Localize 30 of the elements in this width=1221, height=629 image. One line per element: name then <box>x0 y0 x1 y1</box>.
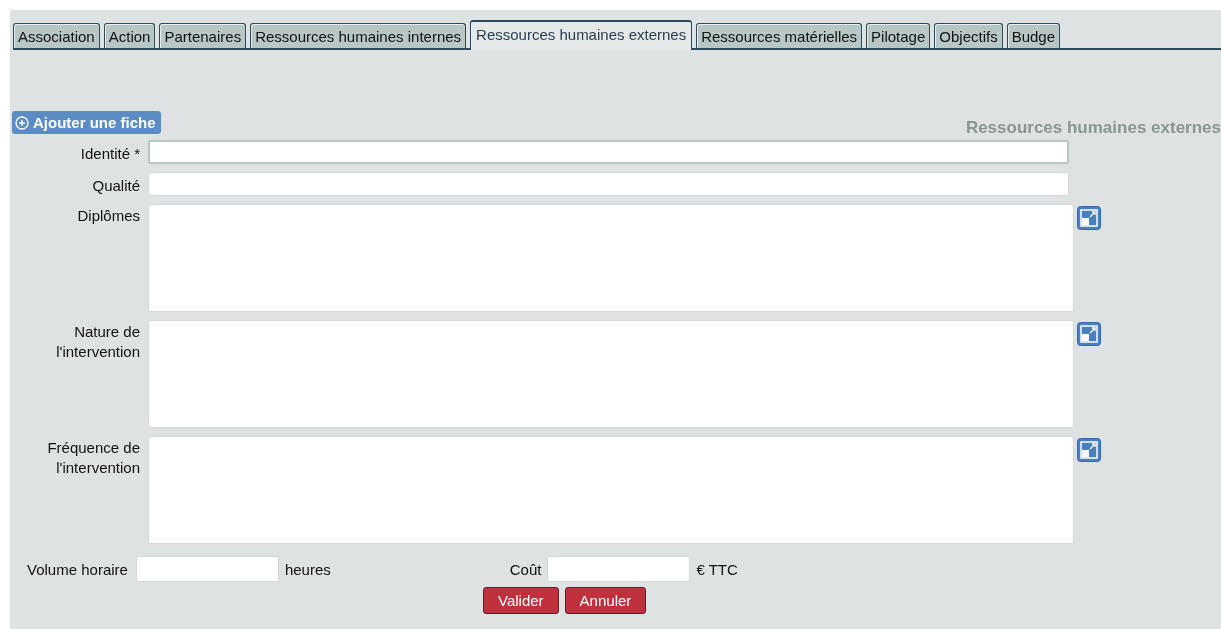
field-label: Nature de l'intervention <box>55 322 140 362</box>
unit-label: € TTC <box>696 560 738 578</box>
tab[interactable]: Ressources humaines internes <box>250 23 467 50</box>
tab[interactable]: Partenaires <box>159 23 247 50</box>
tab[interactable]: Association <box>13 23 100 50</box>
tab[interactable]: Budge <box>1006 23 1061 50</box>
expand-icon[interactable] <box>1077 438 1101 462</box>
field-label: Coût <box>509 560 542 578</box>
expand-icon[interactable] <box>1077 322 1101 346</box>
expand-icon[interactable] <box>1077 206 1101 230</box>
field-label: Identité * <box>79 144 140 162</box>
tab[interactable]: Ressources humaines externes <box>470 20 693 50</box>
unit-label: heures <box>284 560 331 578</box>
cost-field[interactable] <box>547 556 691 582</box>
text-field[interactable] <box>148 172 1069 196</box>
field-label: Volume horaire <box>27 560 128 578</box>
field-label: Fréquence de l'intervention <box>46 438 140 478</box>
field-label: Qualité <box>91 176 140 194</box>
plus-circle-icon <box>15 115 29 130</box>
tab[interactable]: Pilotage <box>866 23 931 50</box>
section-title: Ressources humaines externes <box>965 118 1221 138</box>
tab[interactable]: Action <box>103 23 156 50</box>
add-record-button[interactable]: Ajouter une fiche <box>12 111 161 134</box>
tab[interactable]: Objectifs <box>934 23 1003 50</box>
tab[interactable]: Ressources matérielles <box>696 23 863 50</box>
hours-field[interactable] <box>135 556 279 582</box>
action-button[interactable]: Valider <box>483 587 559 614</box>
text-field[interactable] <box>148 140 1069 164</box>
field-label: Diplômes <box>76 206 140 226</box>
action-button[interactable]: Annuler <box>564 587 647 614</box>
